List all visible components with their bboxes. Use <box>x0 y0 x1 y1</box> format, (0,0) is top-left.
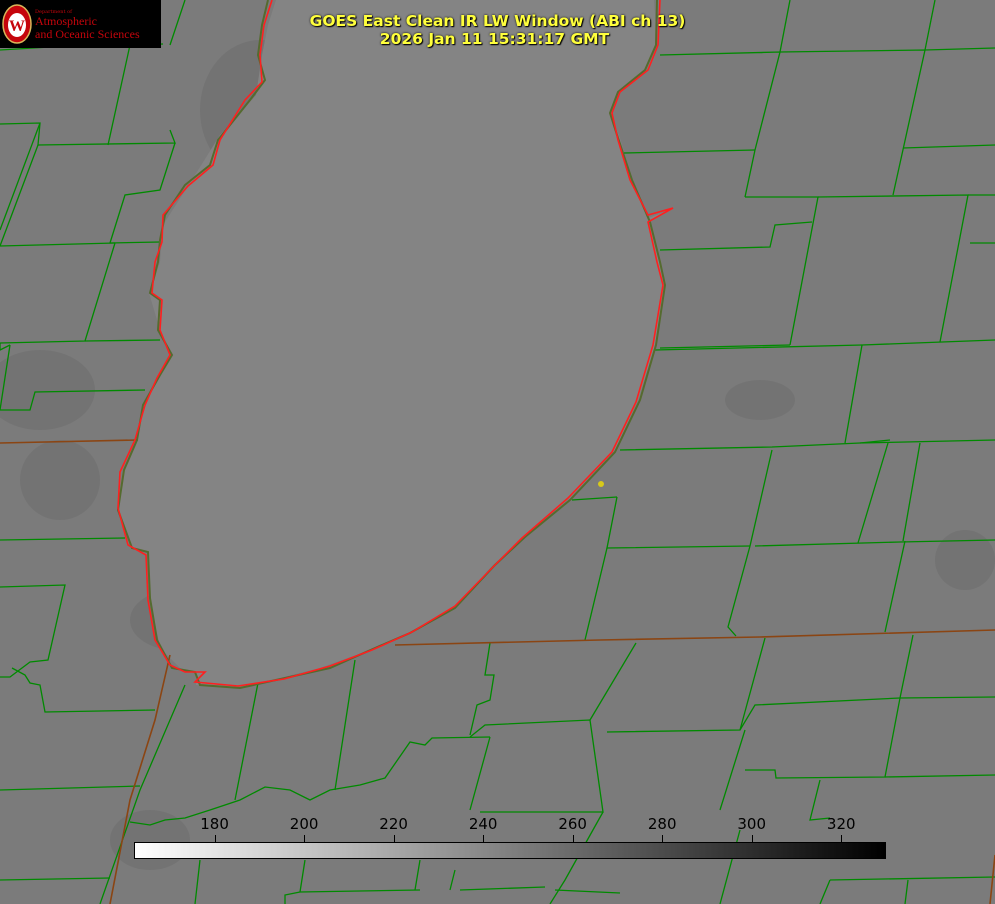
colorbar-tick-label: 240 <box>468 815 498 833</box>
colorbar-tick-label: 220 <box>379 815 408 833</box>
colorbar-tick-mark <box>573 835 574 842</box>
colorbar-tick-label: 320 <box>826 815 856 833</box>
satellite-map <box>0 0 995 904</box>
colorbar-tick-mark <box>215 835 216 842</box>
image-title: GOES East Clean IR LW Window (ABI ch 13)… <box>0 12 995 48</box>
colorbar-tick-label: 180 <box>200 815 229 833</box>
colorbar-tick-label: 300 <box>737 815 767 833</box>
colorbar-tick-label: 260 <box>558 815 587 833</box>
colorbar-tick-label: 200 <box>289 815 319 833</box>
colorbar-tick-mark <box>841 835 842 842</box>
colorbar-tick-mark <box>662 835 663 842</box>
city-marker <box>598 481 604 487</box>
colorbar-tick-mark <box>394 835 395 842</box>
colorbar <box>134 842 886 859</box>
title-product: GOES East Clean IR LW Window (ABI ch 13) <box>309 12 686 30</box>
colorbar-tick-mark <box>304 835 305 842</box>
colorbar-tick-label: 280 <box>647 815 677 833</box>
title-timestamp: 2026 Jan 11 15:31:17 GMT <box>379 30 610 48</box>
colorbar-tick-mark <box>752 835 753 842</box>
colorbar-tick-mark <box>483 835 484 842</box>
